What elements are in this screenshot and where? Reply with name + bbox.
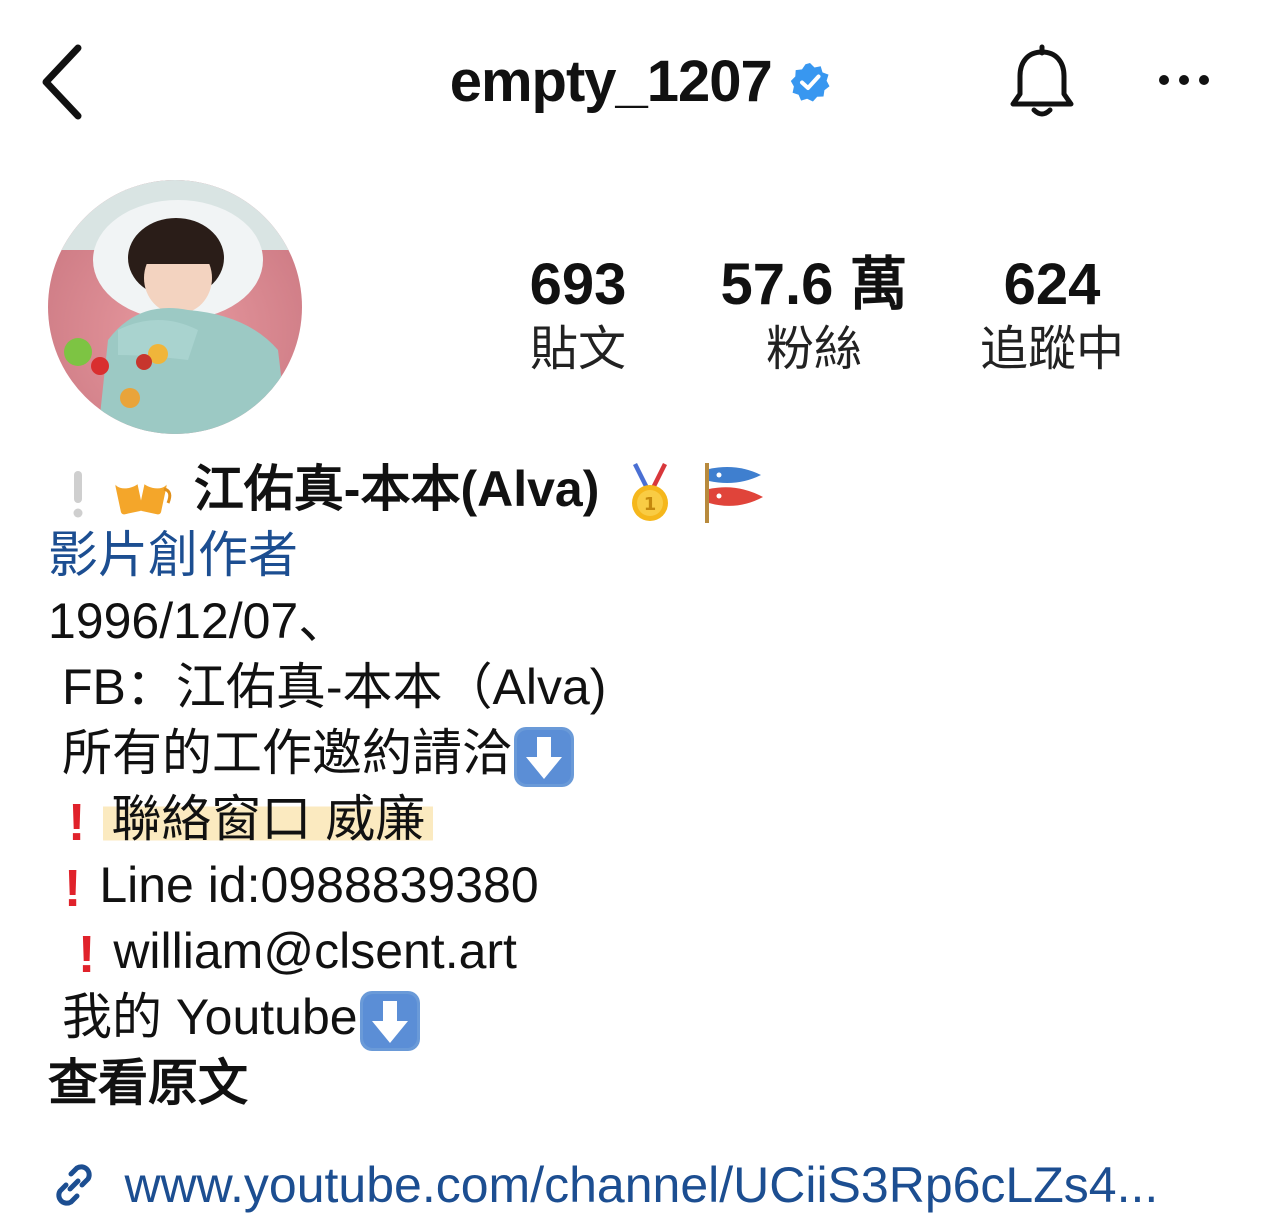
link-icon [56,1164,92,1206]
youtube-line: 我的 Youtube [48,984,1248,1051]
down-arrow-icon [514,726,574,787]
posts-count[interactable]: 693 貼文 [458,250,698,380]
posts-number: 693 [529,252,627,317]
followers-number: 57.6 萬 [720,252,908,317]
gold-medal-icon: 1 [632,462,669,521]
more-horizontal-icon [1159,75,1209,85]
verified-badge-icon [791,62,830,101]
email-line: ! william@clsent.art [48,918,1248,984]
red-exclamation-icon: ! [78,925,96,984]
top-bar: empty_1207 [0,0,1280,160]
following-count[interactable]: 624 追蹤中 [932,250,1172,380]
grey-exclamation-icon [73,470,83,518]
line-id-line: ! Line id:0988839380 [48,852,1248,918]
following-label: 追蹤中 [979,323,1124,376]
see-more-button[interactable]: 查看原文 [48,1050,1248,1116]
bell-icon [1010,44,1074,117]
line-id-text: Line id:0988839380 [99,857,539,913]
birthday-text: 1996/12/07、 [48,593,349,649]
email-text: william@clsent.art [113,923,517,979]
facebook-text: FB：江佑真-本本（Alva) [62,659,607,715]
notification-bell-button[interactable] [1006,44,1078,124]
red-exclamation-icon: ! [64,859,82,918]
followers-count[interactable]: 57.6 萬 粉絲 [694,250,934,380]
profile-bio: 江佑真-本本(Alva) 1 影片創作者 1996/12/07、 FB：江佑真-… [48,456,1248,1116]
more-options-button[interactable] [1152,56,1216,104]
followers-label: 粉絲 [765,323,862,376]
red-exclamation-icon: ! [68,793,86,852]
profile-link-url[interactable]: www.youtube.com/channel/UCiiS3Rp6cLZs4..… [124,1157,1158,1213]
posts-label: 貼文 [529,323,626,376]
contact-person-text: 聯絡窗口 威廉 [103,791,434,847]
youtube-text: 我的 Youtube [62,989,358,1045]
carp-streamer-icon [705,462,764,523]
avatar-photo [48,180,302,434]
following-number: 624 [1003,252,1101,317]
profile-avatar[interactable] [48,180,302,434]
display-name: 江佑真-本本(Alva) [193,461,600,517]
down-arrow-icon [359,990,420,1051]
work-inquiry-text: 所有的工作邀約請洽 [62,725,512,781]
svg-text:1: 1 [644,494,657,515]
profile-link[interactable]: www.youtube.com/channel/UCiiS3Rp6cLZs4..… [48,1150,1248,1220]
display-name-line: 江佑真-本本(Alva) 1 [48,456,1248,523]
profile-title: empty_1207 [0,48,1280,115]
username: empty_1207 [449,49,773,114]
contact-line: ! 聯絡窗口 威廉 [48,786,1248,852]
beer-mugs-icon [115,473,172,515]
work-inquiry-line: 所有的工作邀約請洽 [48,720,1248,787]
category-label: 影片創作者 [48,527,298,583]
